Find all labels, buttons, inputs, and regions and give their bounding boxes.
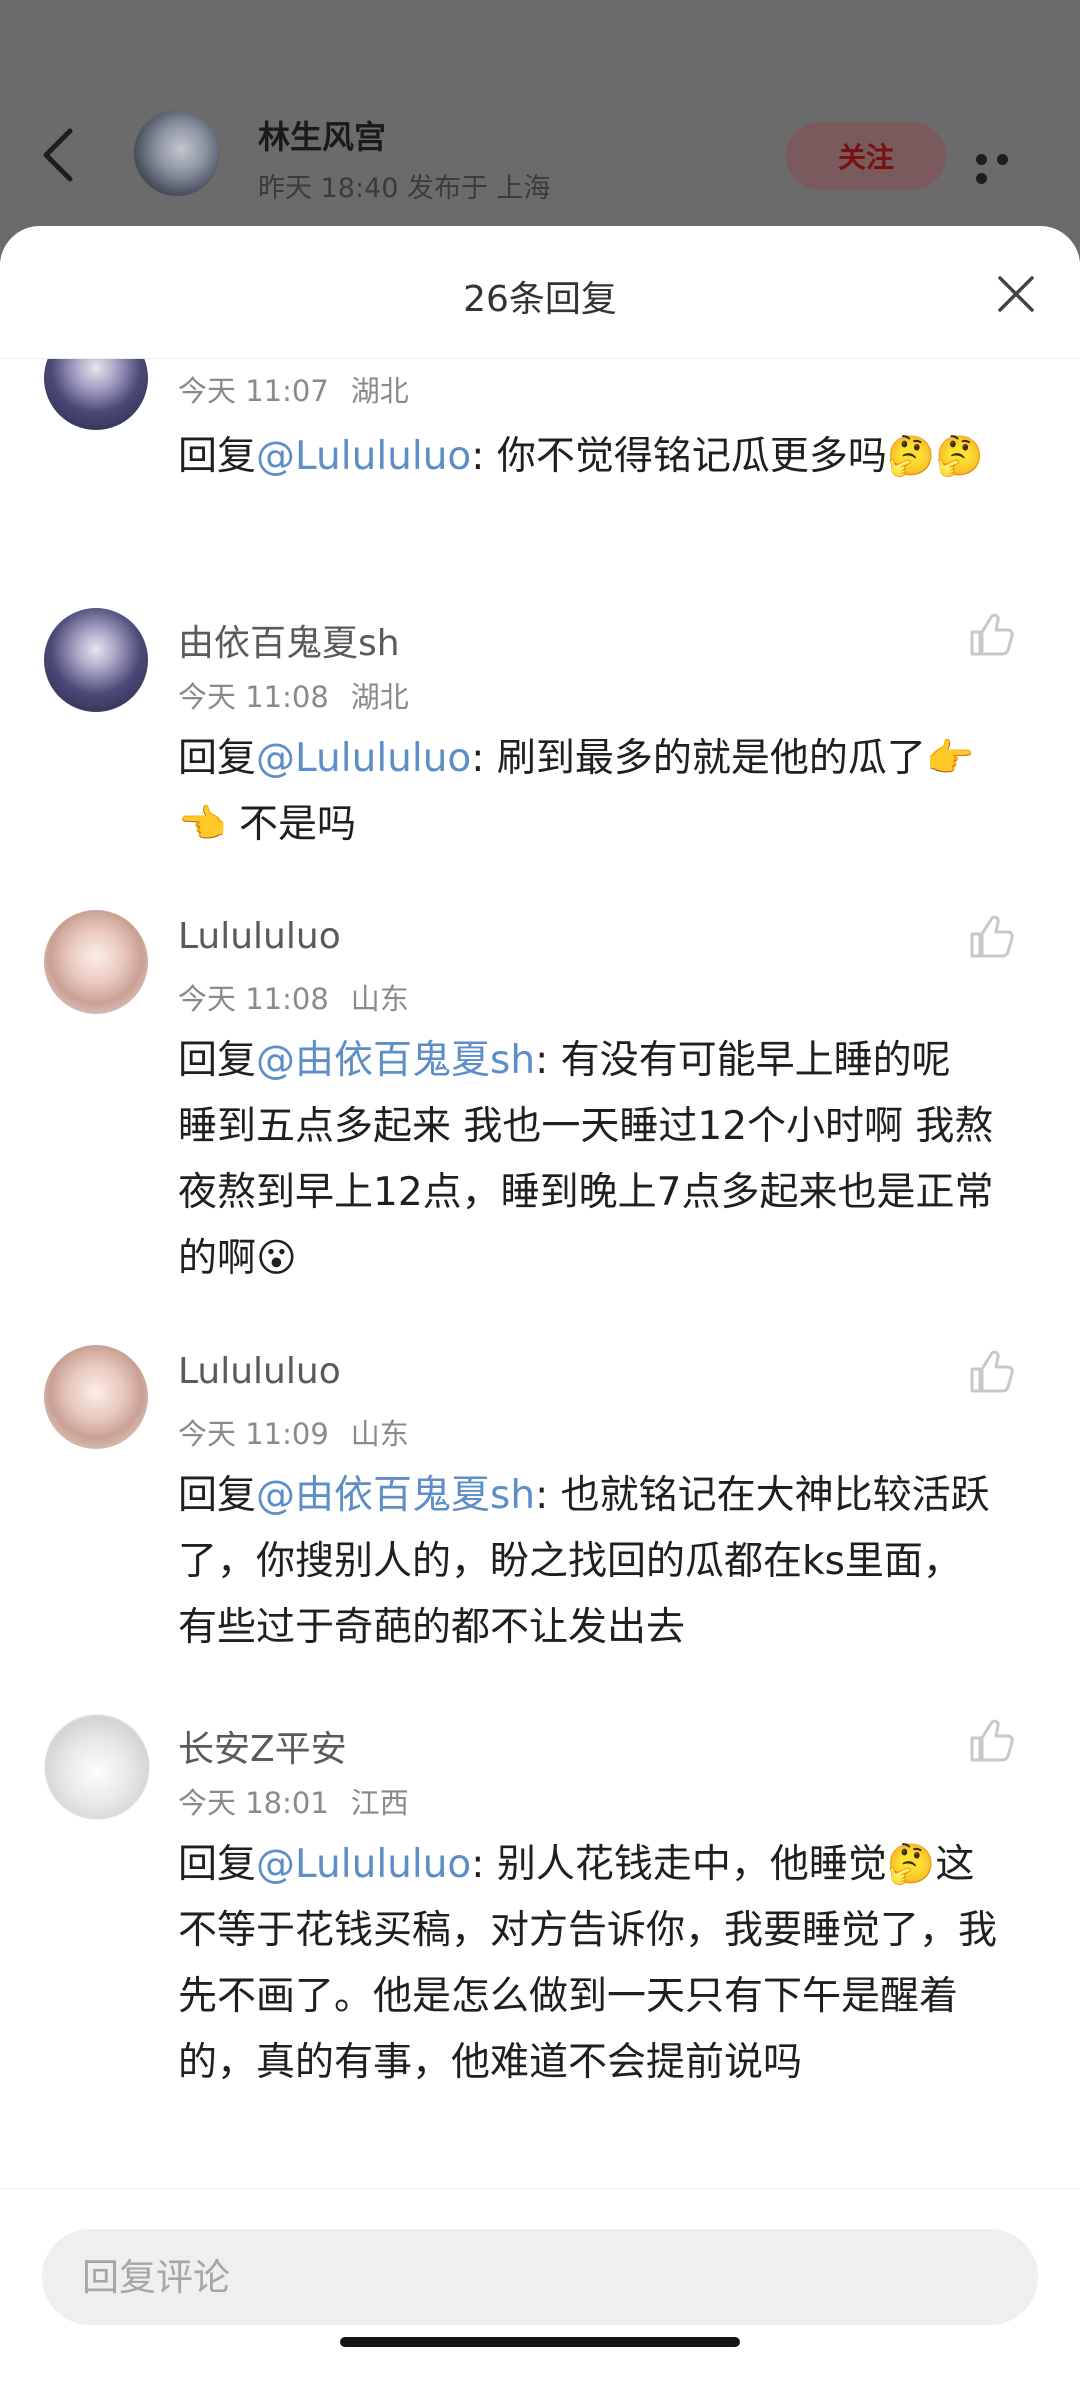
comment-text[interactable]: 回复@Lulululuo: 刷到最多的就是他的瓜了👉👈 不是吗 <box>178 726 998 858</box>
comment-time: 今天 18:01 <box>178 1786 329 1820</box>
thumbs-up-icon[interactable] <box>966 610 1016 660</box>
thumbs-up-icon[interactable] <box>966 1347 1016 1397</box>
avatar[interactable] <box>44 1714 150 1820</box>
author-name[interactable]: 林生风宫 <box>258 112 386 158</box>
comment-location: 湖北 <box>350 374 409 408</box>
sheet-header: 26条回复 <box>0 226 1080 359</box>
comment-body: : 你不觉得铭记瓜更多吗🤔🤔 <box>471 434 984 479</box>
comment-time: 今天 11:07 <box>178 374 329 408</box>
comment-author[interactable]: 长安Z平安 <box>178 1720 347 1772</box>
comment-time: 今天 11:09 <box>178 1417 329 1451</box>
mention-link[interactable]: @Lulululuo <box>256 434 471 479</box>
home-indicator[interactable] <box>340 2337 740 2347</box>
mention-link[interactable]: @Lulululuo <box>256 1842 471 1887</box>
comment-author[interactable]: Lulululuo <box>178 1351 341 1392</box>
thumbs-up-icon[interactable] <box>966 1716 1016 1766</box>
avatar[interactable] <box>44 910 148 1014</box>
mention-link[interactable]: @由依百鬼夏sh <box>256 1038 535 1083</box>
sheet-title: 26条回复 <box>463 279 617 320</box>
mention-link[interactable]: @由依百鬼夏sh <box>256 1473 535 1518</box>
comment-time: 今天 11:08 <box>178 982 329 1016</box>
reply-prefix: 回复 <box>178 1038 257 1083</box>
comment-author[interactable]: Lulululuo <box>178 916 341 957</box>
comment-meta: 今天 18:01 江西 <box>178 1780 409 1822</box>
comment-location: 湖北 <box>350 680 409 714</box>
comment-text[interactable]: 回复@由依百鬼夏sh: 有没有可能早上睡的呢 睡到五点多起来 我也一天睡过12个… <box>178 1028 998 1292</box>
comment-location: 山东 <box>350 982 409 1016</box>
author-avatar[interactable] <box>134 110 220 196</box>
comment-time: 今天 11:08 <box>178 680 329 714</box>
reply-input[interactable] <box>42 2229 1038 2325</box>
thumbs-up-icon[interactable] <box>966 912 1016 962</box>
follow-button[interactable]: 关注 <box>786 122 946 190</box>
comment-location: 江西 <box>350 1786 409 1820</box>
reply-bar <box>0 2188 1080 2400</box>
comment-text[interactable]: 回复@Lulululuo: 你不觉得铭记瓜更多吗🤔🤔 <box>178 424 998 490</box>
reply-prefix: 回复 <box>178 434 257 479</box>
close-icon[interactable] <box>996 274 1036 314</box>
comment-list[interactable]: 今天 11:07 湖北 回复@Lulululuo: 你不觉得铭记瓜更多吗🤔🤔 由依… <box>0 358 1080 2188</box>
comment-text[interactable]: 回复@由依百鬼夏sh: 也就铭记在大神比较活跃了，你搜别人的，盼之找回的瓜都在k… <box>178 1463 998 1661</box>
more-horizontal-icon[interactable] <box>976 150 1036 184</box>
chevron-left-icon[interactable] <box>38 125 78 185</box>
comment-meta: 今天 11:07 湖北 <box>178 368 409 410</box>
comment-location: 山东 <box>350 1417 409 1451</box>
avatar[interactable] <box>44 608 148 712</box>
post-meta: 昨天 18:40 发布于 上海 <box>258 173 551 204</box>
avatar[interactable] <box>44 1345 148 1449</box>
comment-text[interactable]: 回复@Lulululuo: 别人花钱走中，他睡觉🤔这不等于花钱买稿，对方告诉你，… <box>178 1832 998 2096</box>
replies-sheet: 26条回复 今天 11:07 湖北 回复@Lulululuo: 你不觉得铭记瓜更多… <box>0 226 1080 2400</box>
reply-prefix: 回复 <box>178 1473 257 1518</box>
avatar[interactable] <box>44 358 148 430</box>
post-header: 林生风宫 昨天 18:40 发布于 上海 关注 <box>0 0 1080 240</box>
mention-link[interactable]: @Lulululuo <box>256 736 471 781</box>
comment-meta: 今天 11:09 山东 <box>178 1411 409 1453</box>
reply-prefix: 回复 <box>178 1842 257 1887</box>
comment-meta: 今天 11:08 山东 <box>178 976 409 1018</box>
comment-meta: 今天 11:08 湖北 <box>178 674 409 716</box>
comment-author[interactable]: 由依百鬼夏sh <box>178 614 400 666</box>
reply-prefix: 回复 <box>178 736 257 781</box>
